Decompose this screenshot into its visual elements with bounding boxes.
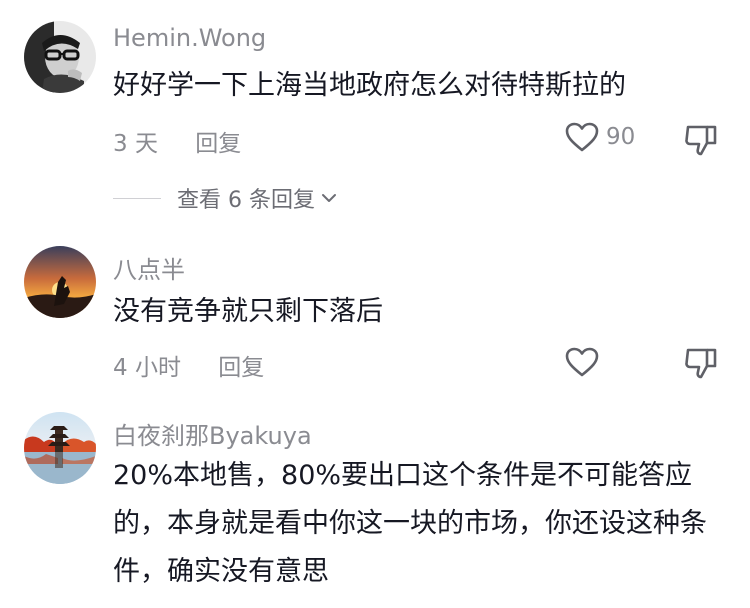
username[interactable]: 八点半 bbox=[113, 250, 185, 285]
username[interactable]: 白夜刹那Byakuya bbox=[113, 416, 312, 451]
comment-time: 3 天 bbox=[113, 131, 158, 157]
view-replies-label[interactable]: 查看 6 条回复 bbox=[177, 182, 315, 214]
avatar-pagoda-autumn-icon bbox=[24, 412, 96, 484]
avatar-man-glasses-icon bbox=[24, 21, 96, 93]
comment-meta: 3 天 回复 bbox=[113, 124, 241, 158]
avatar[interactable] bbox=[24, 246, 96, 318]
reply-button[interactable]: 回复 bbox=[218, 355, 264, 381]
chevron-down-icon bbox=[321, 194, 336, 202]
heart-icon bbox=[565, 347, 599, 377]
thumbs-down-icon bbox=[685, 125, 717, 156]
divider-line bbox=[113, 197, 161, 199]
comment-text: 20%本地售，80%要出口这个条件是不可能答应的，本身就是看中你这一块的市场，你… bbox=[113, 460, 707, 587]
comment-item: 白夜刹那Byakuya 20%本地售，80%要出口这个条件是不可能答应的，本身就… bbox=[0, 400, 750, 608]
comment-text: 好好学一下上海当地政府怎么对待特斯拉的 bbox=[113, 70, 626, 101]
comment-meta: 4 小时 回复 bbox=[113, 348, 264, 382]
comment-text: 没有竞争就只剩下落后 bbox=[113, 296, 383, 327]
avatar[interactable] bbox=[24, 21, 96, 93]
reply-button[interactable]: 回复 bbox=[195, 131, 241, 157]
view-replies-toggle[interactable]: 查看 6 条回复 bbox=[113, 182, 337, 214]
avatar-sunset-hand-icon bbox=[24, 246, 96, 318]
comment-time: 4 小时 bbox=[113, 355, 181, 381]
username[interactable]: Hemin.Wong bbox=[113, 24, 266, 52]
avatar[interactable] bbox=[24, 412, 96, 484]
like-button[interactable]: 90 bbox=[564, 121, 635, 153]
comment-item: Hemin.Wong 好好学一下上海当地政府怎么对待特斯拉的 3 天 回复 90… bbox=[0, 0, 750, 230]
comment-item: 八点半 没有竞争就只剩下落后 4 小时 回复 bbox=[0, 230, 750, 400]
dislike-button[interactable] bbox=[683, 121, 719, 161]
like-button[interactable] bbox=[564, 346, 606, 378]
thumbs-down-icon bbox=[685, 348, 717, 379]
dislike-button[interactable] bbox=[683, 344, 719, 384]
heart-icon bbox=[565, 122, 599, 152]
like-count: 90 bbox=[606, 124, 636, 150]
